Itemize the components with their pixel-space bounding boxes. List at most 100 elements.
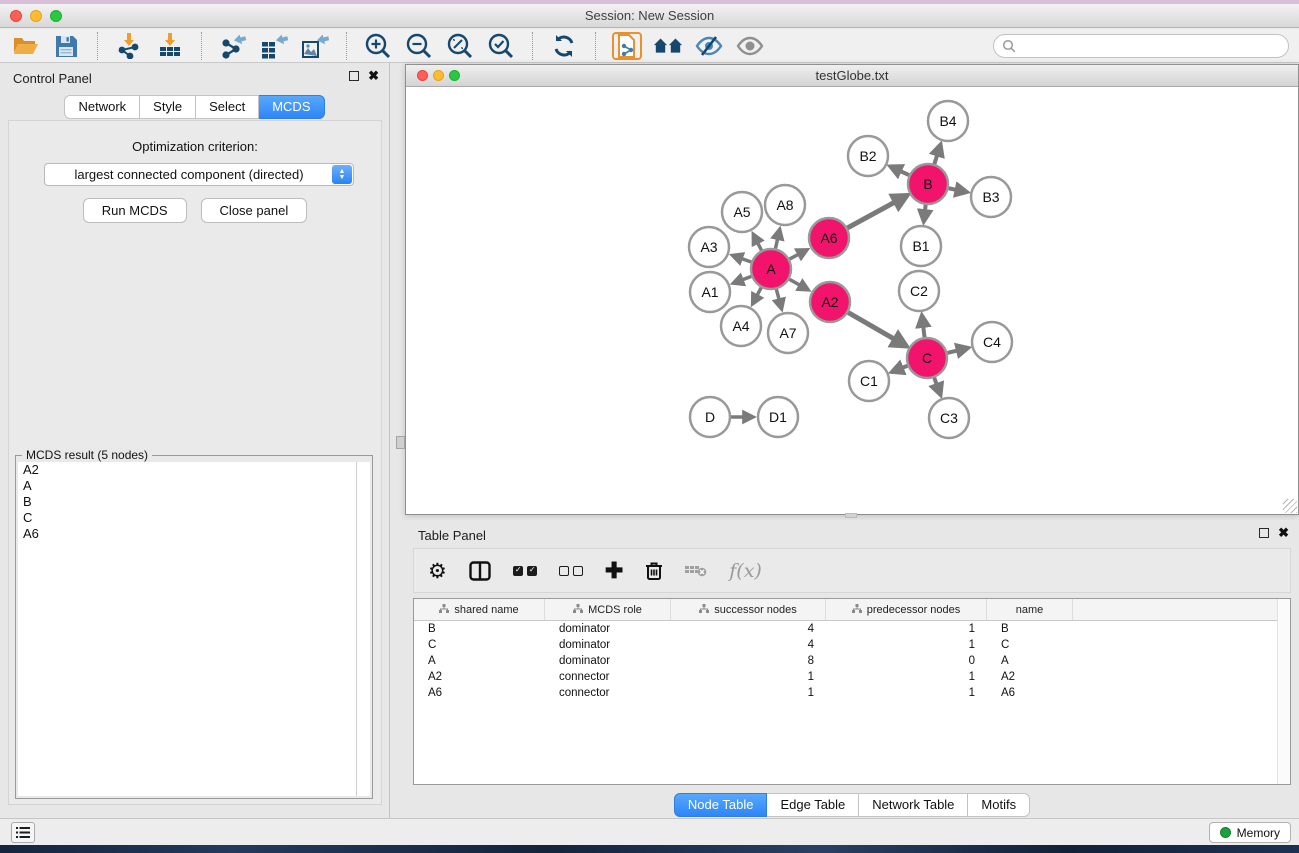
tab-node-table[interactable]: Node Table: [674, 793, 768, 817]
graph-edge-A-A2[interactable]: [789, 279, 806, 289]
network-canvas[interactable]: AA1A2A3A4A5A6A7A8BB1B2B3B4CC1C2C3C4DD1: [406, 87, 1298, 514]
network-zoom-button[interactable]: [449, 70, 460, 81]
node-table[interactable]: shared nameMCDS rolesuccessor nodesprede…: [413, 598, 1291, 785]
split-columns-icon[interactable]: [469, 557, 491, 585]
export-network-icon[interactable]: [218, 32, 248, 60]
export-table-icon[interactable]: [259, 32, 289, 60]
graph-edge-A-A5[interactable]: [754, 236, 761, 250]
zoom-in-icon[interactable]: [363, 32, 393, 60]
search-field[interactable]: [993, 34, 1289, 58]
graph-node-C2[interactable]: C2: [899, 271, 939, 311]
result-item[interactable]: A6: [18, 526, 356, 542]
graph-node-B3[interactable]: B3: [971, 177, 1011, 217]
result-scrollbar[interactable]: [357, 462, 370, 796]
graph-node-C1[interactable]: C1: [849, 361, 889, 401]
column-header-successor-nodes[interactable]: successor nodes: [671, 599, 826, 620]
clone-network-icon[interactable]: [612, 32, 642, 60]
graph-edge-A-A1[interactable]: [735, 276, 751, 282]
tab-network[interactable]: Network: [64, 95, 140, 119]
graph-edge-B-B3[interactable]: [949, 188, 965, 191]
graph-node-A6[interactable]: A6: [809, 218, 849, 258]
result-item[interactable]: A2: [18, 462, 356, 478]
memory-button[interactable]: Memory: [1209, 822, 1291, 843]
show-panel-eye-icon[interactable]: [735, 32, 765, 60]
network-minimize-button[interactable]: [433, 70, 444, 81]
delete-column-icon[interactable]: [645, 557, 663, 585]
table-row[interactable]: Bdominator41B: [414, 621, 1290, 637]
resize-grip-icon[interactable]: [1283, 499, 1297, 513]
tab-select[interactable]: Select: [196, 95, 259, 119]
graph-edge-A-A8[interactable]: [775, 231, 779, 248]
float-panel-icon[interactable]: [349, 71, 359, 81]
graph-node-A3[interactable]: A3: [689, 227, 729, 267]
graph-edge-C-C4[interactable]: [947, 348, 965, 353]
table-row[interactable]: Adominator80A: [414, 653, 1290, 669]
horizontal-splitter-handle[interactable]: [845, 513, 857, 518]
graph-edge-A-A6[interactable]: [790, 251, 806, 259]
network-graph[interactable]: AA1A2A3A4A5A6A7A8BB1B2B3B4CC1C2C3C4DD1: [406, 87, 1298, 514]
graph-node-A2[interactable]: A2: [810, 282, 850, 322]
network-window-titlebar[interactable]: testGlobe.txt: [406, 65, 1298, 87]
delete-table-icon[interactable]: [685, 557, 707, 585]
graph-node-D1[interactable]: D1: [758, 397, 798, 437]
column-header-name[interactable]: name: [987, 599, 1073, 620]
graph-edge-A6-B[interactable]: [847, 197, 904, 228]
open-session-icon[interactable]: [10, 32, 40, 60]
import-network-icon[interactable]: [114, 32, 144, 60]
graph-edge-C-C3[interactable]: [934, 378, 939, 393]
close-table-panel-icon[interactable]: ✖: [1278, 528, 1289, 538]
column-header-shared-name[interactable]: shared name: [414, 599, 545, 620]
graph-node-A7[interactable]: A7: [768, 313, 808, 353]
save-session-icon[interactable]: [51, 32, 81, 60]
graph-edge-A-A7[interactable]: [776, 289, 781, 307]
float-table-panel-icon[interactable]: [1259, 528, 1269, 538]
result-item[interactable]: B: [18, 494, 356, 510]
zoom-selected-icon[interactable]: [486, 32, 516, 60]
result-item[interactable]: C: [18, 510, 356, 526]
graph-edge-A-A4[interactable]: [754, 288, 762, 303]
table-scrollbar[interactable]: [1277, 599, 1290, 784]
network-close-button[interactable]: [417, 70, 428, 81]
close-panel-button[interactable]: Close panel: [201, 198, 308, 223]
minimize-window-button[interactable]: [30, 10, 42, 22]
deselect-all-icon[interactable]: [559, 557, 583, 585]
import-table-icon[interactable]: [155, 32, 185, 60]
refresh-icon[interactable]: [549, 32, 579, 60]
graph-node-A5[interactable]: A5: [722, 192, 762, 232]
tab-edge-table[interactable]: Edge Table: [767, 793, 859, 817]
table-row[interactable]: Cdominator41C: [414, 637, 1290, 653]
table-row[interactable]: A6connector11A6: [414, 685, 1290, 701]
select-all-icon[interactable]: [513, 557, 537, 585]
zoom-fit-icon[interactable]: [445, 32, 475, 60]
tab-style[interactable]: Style: [140, 95, 196, 119]
export-image-icon[interactable]: [300, 32, 330, 60]
run-mcds-button[interactable]: Run MCDS: [83, 198, 187, 223]
add-column-icon[interactable]: ✚: [605, 557, 623, 585]
result-item[interactable]: A: [18, 478, 356, 494]
function-builder-icon[interactable]: f(x): [729, 557, 762, 585]
graph-node-C3[interactable]: C3: [929, 398, 969, 438]
table-settings-icon[interactable]: ⚙: [428, 557, 447, 585]
close-panel-icon[interactable]: ✖: [368, 71, 379, 81]
hide-panel-eye-icon[interactable]: [694, 32, 724, 60]
task-history-button[interactable]: [11, 822, 35, 843]
graph-edge-C-C2[interactable]: [922, 318, 924, 337]
tab-network-table[interactable]: Network Table: [859, 793, 968, 817]
graph-edge-A2-C[interactable]: [848, 312, 903, 344]
vertical-scroll-thumb[interactable]: [396, 436, 405, 449]
close-window-button[interactable]: [10, 10, 22, 22]
graph-node-D[interactable]: D: [690, 397, 730, 437]
criterion-dropdown[interactable]: largest connected component (directed) ▲…: [44, 163, 354, 186]
search-input[interactable]: [1016, 39, 1280, 53]
zoom-window-button[interactable]: [50, 10, 62, 22]
home-icon[interactable]: [653, 32, 683, 60]
tab-mcds[interactable]: MCDS: [259, 95, 324, 119]
mcds-result-list[interactable]: A2ABCA6: [18, 462, 357, 796]
graph-edge-B-B4[interactable]: [934, 147, 939, 164]
graph-edge-A-A3[interactable]: [734, 256, 751, 262]
graph-node-B[interactable]: B: [908, 164, 948, 204]
graph-edge-C-C1[interactable]: [894, 366, 907, 371]
column-header-mcds-role[interactable]: MCDS role: [545, 599, 671, 620]
graph-edge-B-B1[interactable]: [924, 205, 926, 219]
graph-node-A[interactable]: A: [751, 249, 791, 289]
